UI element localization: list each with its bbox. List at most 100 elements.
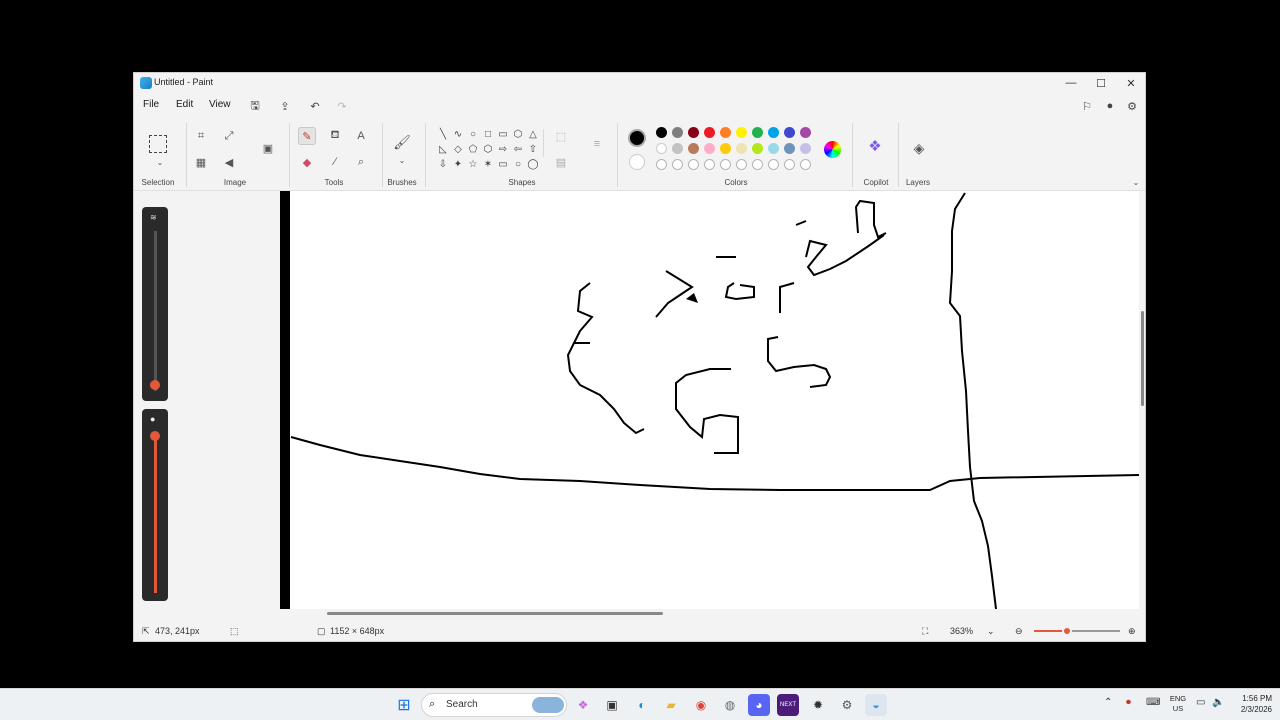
color-swatch[interactable] bbox=[736, 143, 747, 154]
opacity-thumb[interactable] bbox=[150, 431, 160, 441]
taskbar-discord[interactable]: ◕ bbox=[748, 694, 770, 716]
taskbar-chrome[interactable]: ◉ bbox=[690, 694, 712, 716]
shape-option[interactable]: ◺ bbox=[436, 142, 450, 156]
color-swatch[interactable] bbox=[672, 143, 683, 154]
brushes-button[interactable]: 🖌 bbox=[393, 133, 411, 151]
layers-button[interactable]: ◈ bbox=[910, 139, 928, 157]
color-swatch[interactable] bbox=[784, 127, 795, 138]
color-swatch[interactable] bbox=[704, 143, 715, 154]
ribbon-collapse-button[interactable]: ⌄ bbox=[1127, 173, 1145, 191]
maximize-button[interactable]: ☐ bbox=[1086, 73, 1116, 93]
taskbar-app-2[interactable]: ✹ bbox=[807, 694, 829, 716]
custom-color-slot[interactable] bbox=[720, 159, 731, 170]
shape-option[interactable]: ◇ bbox=[451, 142, 465, 156]
taskbar-next[interactable]: NEXT bbox=[777, 694, 799, 716]
shape-option[interactable]: ○ bbox=[466, 127, 480, 141]
share-button[interactable]: ⇪ bbox=[276, 97, 294, 115]
language-indicator[interactable]: ENG US bbox=[1168, 694, 1188, 714]
clock[interactable]: 1:56 PM 2/3/2026 bbox=[1232, 693, 1272, 715]
color-swatch[interactable] bbox=[688, 127, 699, 138]
shape-option[interactable]: ⇧ bbox=[526, 142, 540, 156]
copilot-button[interactable]: ❖ bbox=[866, 137, 884, 155]
primary-color-swatch[interactable] bbox=[628, 129, 646, 147]
image-search-tool[interactable]: ▣ bbox=[259, 139, 277, 157]
volume-icon[interactable]: 🔈 bbox=[1212, 697, 1224, 708]
taskbar-edge[interactable]: ◐ bbox=[631, 694, 653, 716]
shape-outline-button[interactable]: ⬚ bbox=[552, 127, 570, 145]
fill-tool[interactable]: ⛾ bbox=[326, 127, 344, 145]
zoom-level[interactable]: 363% bbox=[950, 626, 973, 636]
menu-edit[interactable]: Edit bbox=[176, 99, 193, 110]
color-swatch[interactable] bbox=[800, 143, 811, 154]
shape-option[interactable]: ◯ bbox=[526, 157, 540, 171]
color-swatch[interactable] bbox=[752, 143, 763, 154]
magnifier-tool[interactable]: ⌕ bbox=[352, 153, 370, 171]
color-swatch[interactable] bbox=[752, 127, 763, 138]
shape-fill-button[interactable]: ▤ bbox=[552, 153, 570, 171]
secondary-color-swatch[interactable] bbox=[629, 154, 645, 170]
shape-option[interactable]: △ bbox=[526, 127, 540, 141]
edit-colors-button[interactable] bbox=[824, 141, 841, 158]
settings-button[interactable]: ⚙ bbox=[1124, 98, 1140, 114]
taskbar-paint[interactable]: ◒ bbox=[865, 694, 887, 716]
taskbar-search[interactable]: ⌕ Search bbox=[421, 693, 567, 717]
shape-option[interactable]: ⇨ bbox=[496, 142, 510, 156]
account-button[interactable]: ● bbox=[1102, 98, 1118, 114]
custom-color-slot[interactable] bbox=[688, 159, 699, 170]
shape-option[interactable]: ✶ bbox=[481, 157, 495, 171]
pencil-tool[interactable]: ✎ bbox=[298, 127, 316, 145]
shape-option[interactable]: ▭ bbox=[496, 127, 510, 141]
brushes-dropdown[interactable]: ⌄ bbox=[393, 151, 411, 169]
custom-color-slot[interactable] bbox=[768, 159, 779, 170]
color-swatch[interactable] bbox=[656, 143, 667, 154]
taskbar-store[interactable]: ▣ bbox=[601, 694, 623, 716]
shape-option[interactable]: ⇩ bbox=[436, 157, 450, 171]
color-swatch[interactable] bbox=[736, 127, 747, 138]
shape-option[interactable]: ▭ bbox=[496, 157, 510, 171]
shape-size-button[interactable]: ≡ bbox=[588, 135, 606, 153]
zoom-in-button[interactable]: ⊕ bbox=[1128, 626, 1136, 637]
zoom-slider[interactable] bbox=[1034, 630, 1120, 632]
fit-to-window-button[interactable]: ⛶ bbox=[922, 626, 928, 637]
selection-dropdown[interactable]: ⌄ bbox=[151, 153, 169, 171]
feedback-button[interactable]: ⚐ bbox=[1079, 98, 1095, 114]
start-button[interactable]: ⊞ bbox=[393, 694, 415, 716]
color-swatch[interactable] bbox=[720, 127, 731, 138]
shape-option[interactable]: ∿ bbox=[451, 127, 465, 141]
taskbar-copilot[interactable]: ❖ bbox=[572, 694, 594, 716]
custom-color-slot[interactable] bbox=[656, 159, 667, 170]
display-icon[interactable]: ▭ bbox=[1196, 697, 1205, 708]
color-swatch[interactable] bbox=[768, 127, 779, 138]
custom-color-slot[interactable] bbox=[672, 159, 683, 170]
taskbar-app[interactable]: ◍ bbox=[719, 694, 741, 716]
horizontal-scrollbar[interactable] bbox=[134, 609, 1139, 617]
rotate-tool[interactable]: ◀ bbox=[220, 153, 238, 171]
undo-button[interactable]: ↶ bbox=[306, 97, 324, 115]
shape-option[interactable]: ⬡ bbox=[481, 142, 495, 156]
remove-background-tool[interactable]: ▦ bbox=[192, 153, 210, 171]
taskbar-explorer[interactable]: ▰ bbox=[660, 694, 682, 716]
color-swatch[interactable] bbox=[800, 127, 811, 138]
vertical-scrollbar[interactable] bbox=[1139, 191, 1145, 609]
shape-option[interactable]: ⬡ bbox=[511, 127, 525, 141]
color-picker-tool[interactable]: ⁄ bbox=[326, 153, 344, 171]
close-button[interactable]: ✕ bbox=[1116, 73, 1145, 93]
color-swatch[interactable] bbox=[704, 127, 715, 138]
color-swatch[interactable] bbox=[688, 143, 699, 154]
brush-size-thumb[interactable] bbox=[150, 380, 160, 390]
color-swatch[interactable] bbox=[720, 143, 731, 154]
resize-tool[interactable]: ⤢ bbox=[220, 127, 238, 145]
eraser-tool[interactable]: ◆ bbox=[298, 153, 316, 171]
taskbar-settings[interactable]: ⚙ bbox=[836, 694, 858, 716]
custom-color-slot[interactable] bbox=[800, 159, 811, 170]
shape-option[interactable]: ╲ bbox=[436, 127, 450, 141]
color-swatch[interactable] bbox=[656, 127, 667, 138]
vertical-scroll-thumb[interactable] bbox=[1141, 311, 1144, 406]
keyboard-icon[interactable]: ⌨ bbox=[1146, 697, 1160, 708]
drawing-canvas[interactable] bbox=[280, 191, 1141, 610]
text-tool[interactable]: A bbox=[352, 127, 370, 145]
menu-view[interactable]: View bbox=[209, 99, 231, 110]
zoom-dropdown[interactable]: ⌄ bbox=[987, 626, 995, 637]
color-swatch[interactable] bbox=[672, 127, 683, 138]
redo-button[interactable]: ↷ bbox=[333, 97, 351, 115]
